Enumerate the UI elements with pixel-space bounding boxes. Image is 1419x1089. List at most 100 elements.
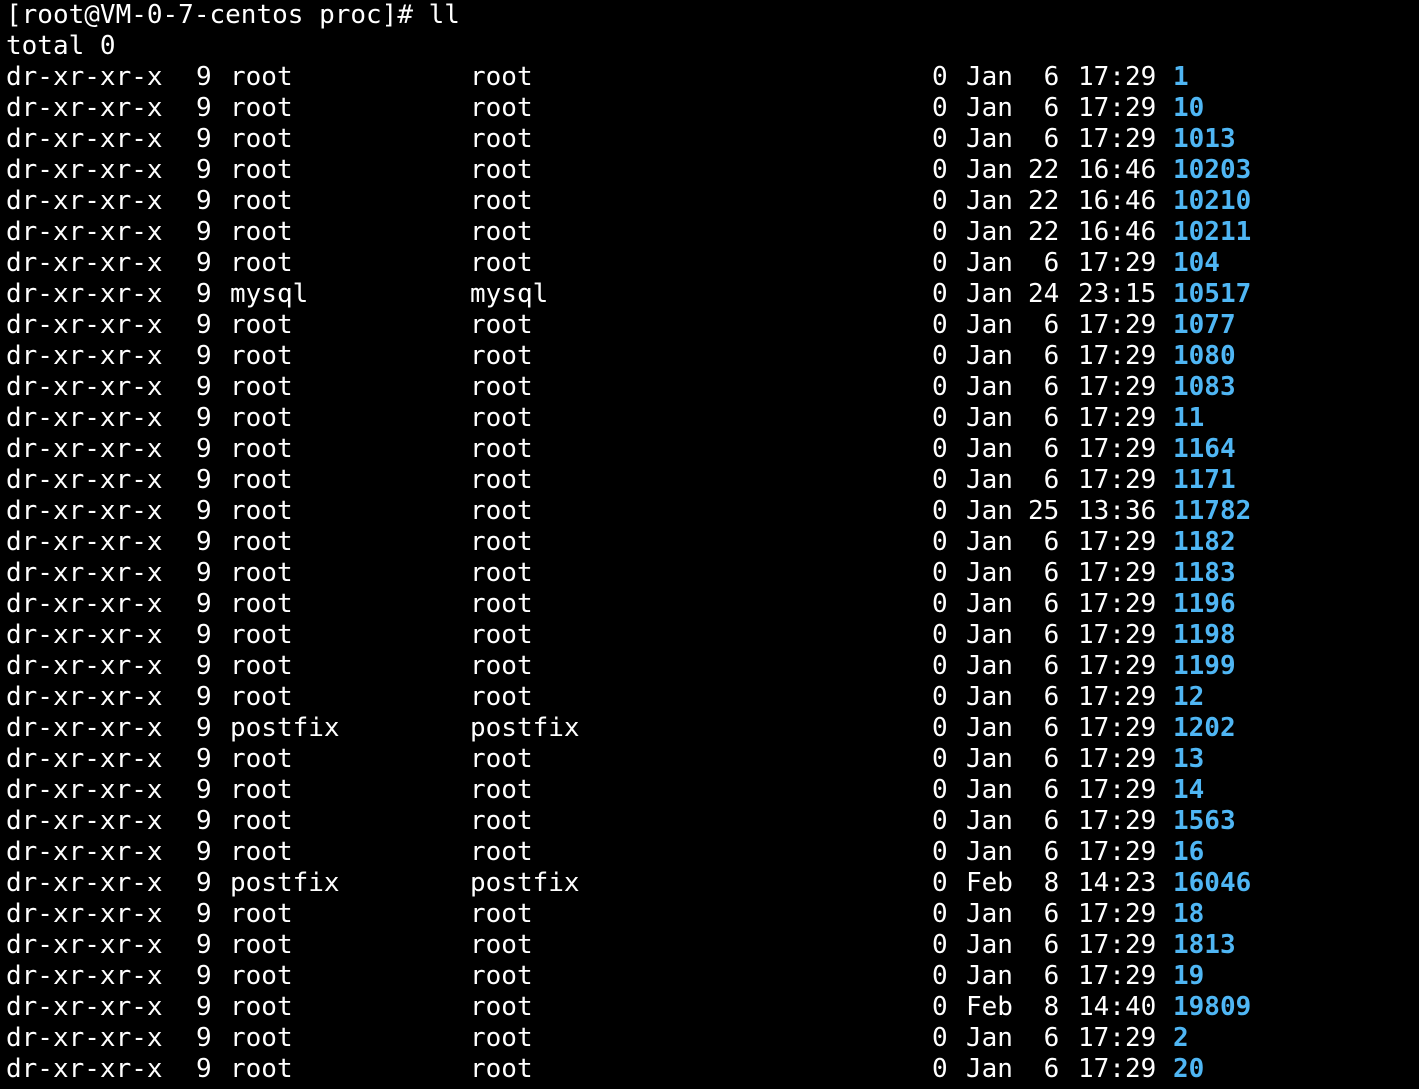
listing-month: Jan [966, 837, 1013, 867]
listing-owner: root [230, 186, 293, 216]
listing-owner: root [230, 372, 293, 402]
listing-perms: dr-xr-xr-x [6, 620, 163, 650]
listing-day: 6 [1043, 775, 1060, 805]
terminal-window[interactable]: [root@VM-0-7-centos proc]# ll total 0 dr… [0, 0, 1419, 1089]
listing-group: root [470, 930, 533, 960]
listing-owner: root [230, 558, 293, 588]
listing-size: 0 [932, 961, 948, 991]
listing-perms: dr-xr-xr-x [6, 775, 163, 805]
listing-month: Jan [966, 403, 1013, 433]
listing-links: 9 [196, 310, 212, 340]
listing-links: 9 [196, 186, 212, 216]
listing-size: 0 [932, 744, 948, 774]
listing-group: root [470, 434, 533, 464]
listing-group: root [470, 124, 533, 154]
listing-month: Jan [966, 279, 1013, 309]
listing-group: root [470, 403, 533, 433]
directory-name: 11 [1173, 403, 1205, 433]
listing-time: 13:36 [1078, 496, 1157, 526]
listing-day: 6 [1043, 372, 1060, 402]
listing-perms: dr-xr-xr-x [6, 930, 163, 960]
listing-time: 17:29 [1078, 713, 1157, 743]
listing-size: 0 [932, 341, 948, 371]
listing-group: root [470, 806, 533, 836]
listing-owner: root [230, 620, 293, 650]
listing-size: 0 [932, 62, 948, 92]
listing-day: 6 [1043, 806, 1060, 836]
listing-month: Jan [966, 682, 1013, 712]
listing-day: 6 [1043, 62, 1060, 92]
listing-group: root [470, 248, 533, 278]
listing-time: 17:29 [1078, 837, 1157, 867]
listing-owner: postfix [230, 868, 340, 898]
listing-day: 6 [1043, 558, 1060, 588]
listing-perms: dr-xr-xr-x [6, 248, 163, 278]
listing-size: 0 [932, 837, 948, 867]
listing-links: 9 [196, 217, 212, 247]
listing-size: 0 [932, 217, 948, 247]
listing-links: 9 [196, 992, 212, 1022]
listing-perms: dr-xr-xr-x [6, 124, 163, 154]
listing-group: root [470, 341, 533, 371]
listing-owner: root [230, 527, 293, 557]
listing-group: root [470, 62, 533, 92]
listing-month: Jan [966, 899, 1013, 929]
listing-time: 17:29 [1078, 775, 1157, 805]
listing-perms: dr-xr-xr-x [6, 341, 163, 371]
command-prompt: [root@VM-0-7-centos proc]# ll [6, 0, 460, 30]
listing-group: postfix [470, 713, 580, 743]
listing-owner: root [230, 837, 293, 867]
listing-day: 24 [1028, 279, 1060, 309]
listing-perms: dr-xr-xr-x [6, 465, 163, 495]
listing-links: 9 [196, 899, 212, 929]
directory-name: 19809 [1173, 992, 1252, 1022]
directory-name: 1813 [1173, 930, 1236, 960]
listing-size: 0 [932, 279, 948, 309]
listing-links: 9 [196, 1023, 212, 1053]
listing-links: 9 [196, 403, 212, 433]
directory-name: 14 [1173, 775, 1205, 805]
listing-group: root [470, 155, 533, 185]
listing-month: Jan [966, 527, 1013, 557]
listing-links: 9 [196, 62, 212, 92]
listing-month: Jan [966, 775, 1013, 805]
listing-day: 6 [1043, 899, 1060, 929]
listing-day: 6 [1043, 713, 1060, 743]
listing-links: 9 [196, 341, 212, 371]
listing-links: 9 [196, 620, 212, 650]
listing-group: root [470, 217, 533, 247]
listing-time: 17:29 [1078, 62, 1157, 92]
listing-group: root [470, 372, 533, 402]
listing-size: 0 [932, 992, 948, 1022]
listing-owner: root [230, 496, 293, 526]
listing-size: 0 [932, 682, 948, 712]
listing-month: Jan [966, 744, 1013, 774]
listing-owner: root [230, 930, 293, 960]
listing-day: 22 [1028, 186, 1060, 216]
directory-name: 1199 [1173, 651, 1236, 681]
listing-month: Jan [966, 961, 1013, 991]
listing-links: 9 [196, 744, 212, 774]
listing-links: 9 [196, 930, 212, 960]
listing-links: 9 [196, 806, 212, 836]
listing-links: 9 [196, 527, 212, 557]
listing-day: 6 [1043, 744, 1060, 774]
directory-name: 10210 [1173, 186, 1252, 216]
listing-perms: dr-xr-xr-x [6, 1023, 163, 1053]
directory-name: 10203 [1173, 155, 1252, 185]
listing-month: Feb [966, 992, 1013, 1022]
listing-month: Jan [966, 310, 1013, 340]
listing-day: 6 [1043, 837, 1060, 867]
listing-perms: dr-xr-xr-x [6, 155, 163, 185]
listing-day: 6 [1043, 403, 1060, 433]
listing-group: postfix [470, 868, 580, 898]
listing-perms: dr-xr-xr-x [6, 93, 163, 123]
directory-name: 10211 [1173, 217, 1252, 247]
listing-perms: dr-xr-xr-x [6, 651, 163, 681]
listing-links: 9 [196, 713, 212, 743]
listing-time: 17:29 [1078, 93, 1157, 123]
listing-links: 9 [196, 124, 212, 154]
directory-name: 1 [1173, 62, 1189, 92]
listing-size: 0 [932, 465, 948, 495]
listing-time: 16:46 [1078, 217, 1157, 247]
